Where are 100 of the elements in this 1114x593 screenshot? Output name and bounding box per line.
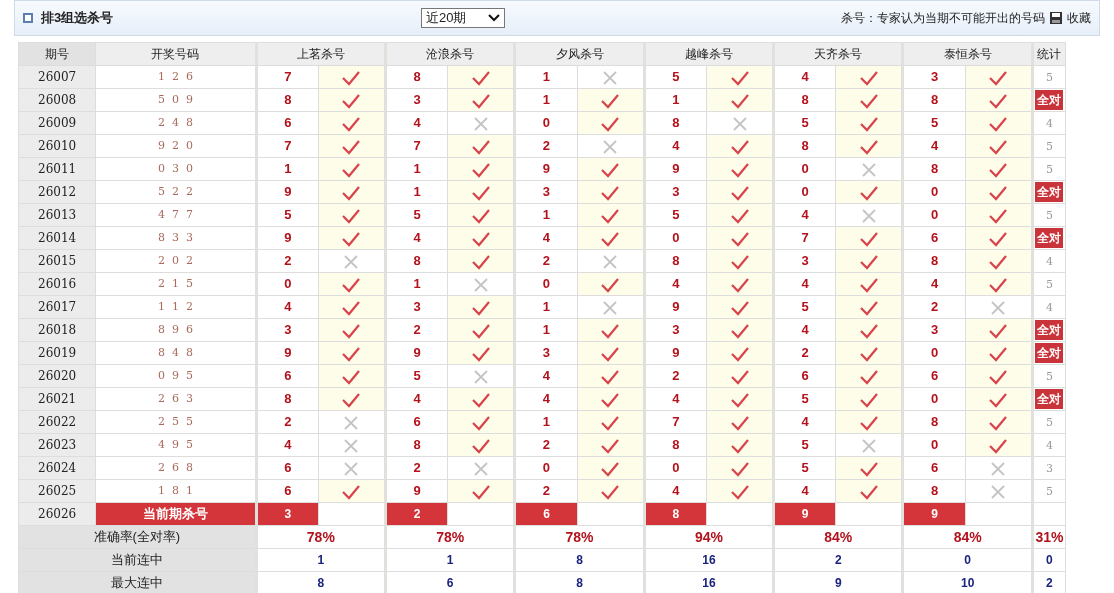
save-link[interactable]: 收藏 — [1067, 9, 1091, 27]
summary-value: 1 — [256, 548, 386, 572]
check-icon — [729, 299, 750, 316]
check-icon — [600, 460, 621, 477]
summary-value: 16 — [644, 548, 774, 572]
summary-value: 31% — [1032, 525, 1066, 549]
check-icon — [341, 92, 362, 109]
check-icon — [729, 460, 750, 477]
check-icon — [600, 368, 621, 385]
cross-icon — [343, 253, 360, 270]
summary-value: 78% — [514, 525, 645, 549]
hit-count: 5 — [1045, 139, 1053, 153]
column-header: 开奖号码 — [95, 42, 257, 66]
check-icon — [988, 345, 1009, 362]
check-icon — [729, 184, 750, 201]
check-icon — [341, 483, 362, 500]
check-icon — [858, 460, 879, 477]
check-icon — [600, 437, 621, 454]
check-icon — [729, 207, 750, 224]
period-cell: 26011 — [18, 157, 96, 181]
period-cell: 26010 — [18, 134, 96, 158]
check-icon — [470, 414, 491, 431]
chevron-down-icon — [488, 14, 500, 22]
column-header: 统计 — [1032, 42, 1066, 66]
current-kill-number: 9 — [773, 502, 836, 526]
summary-label: 准确率(全对率) — [18, 525, 257, 549]
period-cell: 26025 — [18, 479, 96, 503]
summary-value: 2 — [773, 548, 903, 572]
cross-icon — [472, 460, 489, 477]
period-cell: 26009 — [18, 111, 96, 135]
check-icon — [470, 207, 491, 224]
check-icon — [988, 115, 1009, 132]
check-icon — [988, 414, 1009, 431]
cross-icon — [602, 138, 619, 155]
check-icon — [988, 368, 1009, 385]
check-icon — [988, 276, 1009, 293]
check-icon — [988, 161, 1009, 178]
all-correct-badge: 全对 — [1035, 228, 1064, 248]
check-icon — [729, 138, 750, 155]
check-icon — [341, 184, 362, 201]
check-icon — [729, 483, 750, 500]
summary-value: 78% — [256, 525, 386, 549]
check-icon — [470, 138, 491, 155]
check-icon — [858, 299, 879, 316]
cross-icon — [990, 483, 1007, 500]
all-correct-badge: 全对 — [1035, 182, 1064, 202]
check-icon — [729, 253, 750, 270]
period-cell: 26012 — [18, 180, 96, 204]
check-icon — [858, 230, 879, 247]
check-icon — [858, 322, 879, 339]
cross-icon — [472, 115, 489, 132]
check-icon — [729, 92, 750, 109]
period-cell: 26013 — [18, 203, 96, 227]
cross-icon — [472, 276, 489, 293]
check-icon — [729, 322, 750, 339]
check-icon — [600, 322, 621, 339]
check-icon — [729, 437, 750, 454]
check-icon — [600, 115, 621, 132]
check-icon — [600, 230, 621, 247]
check-icon — [858, 345, 879, 362]
all-correct-badge: 全对 — [1035, 343, 1064, 363]
period-cell: 26023 — [18, 433, 96, 457]
check-icon — [341, 207, 362, 224]
period-select[interactable]: 近20期 — [421, 8, 505, 28]
period-cell: 26017 — [18, 295, 96, 319]
period-cell: 26019 — [18, 341, 96, 365]
hit-count: 3 — [1045, 461, 1053, 475]
check-icon — [988, 184, 1009, 201]
check-icon — [600, 345, 621, 362]
cross-icon — [602, 253, 619, 270]
check-icon — [858, 368, 879, 385]
cross-icon — [860, 161, 877, 178]
check-icon — [470, 184, 491, 201]
hit-count: 4 — [1045, 300, 1053, 314]
period-cell: 26008 — [18, 88, 96, 112]
check-icon — [341, 230, 362, 247]
check-icon — [729, 230, 750, 247]
check-icon — [470, 69, 491, 86]
check-icon — [988, 138, 1009, 155]
summary-label: 当前连中 — [18, 548, 257, 572]
hit-count: 4 — [1045, 438, 1053, 452]
check-icon — [341, 368, 362, 385]
check-icon — [341, 322, 362, 339]
check-icon — [470, 253, 491, 270]
column-header: 夕风杀号 — [514, 42, 645, 66]
check-icon — [600, 184, 621, 201]
cross-icon — [860, 207, 877, 224]
cross-icon — [343, 460, 360, 477]
check-icon — [470, 391, 491, 408]
check-icon — [988, 391, 1009, 408]
check-icon — [470, 483, 491, 500]
current-kill-number: 6 — [514, 502, 578, 526]
all-correct-badge: 全对 — [1035, 320, 1064, 340]
summary-value: 0 — [1032, 548, 1066, 572]
panel-title: 排3组选杀号 — [41, 9, 115, 28]
summary-value: 84% — [773, 525, 903, 549]
summary-value: 94% — [644, 525, 774, 549]
summary-value: 8 — [514, 548, 645, 572]
check-icon — [470, 92, 491, 109]
check-icon — [341, 276, 362, 293]
